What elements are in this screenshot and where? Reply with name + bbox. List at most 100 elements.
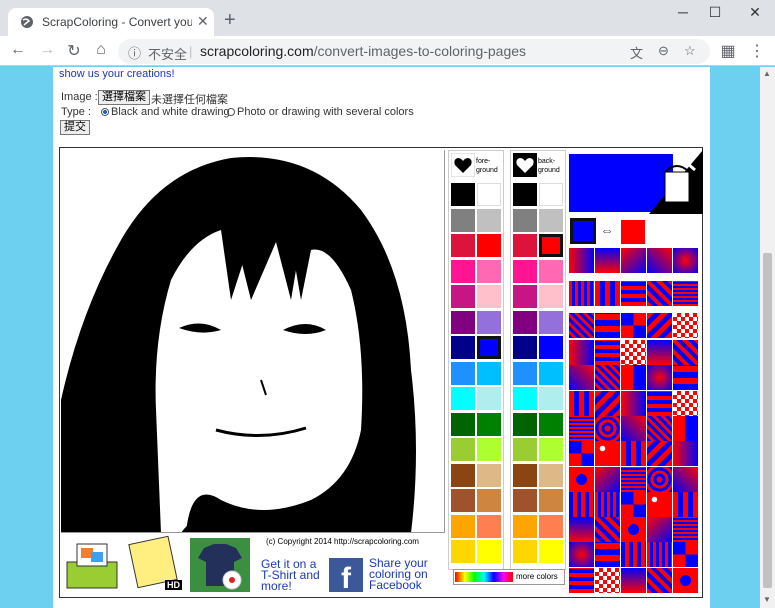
scroll-up-icon[interactable]: ▲ xyxy=(763,69,771,78)
foreground-color-box[interactable] xyxy=(570,218,596,244)
pattern-swatch[interactable] xyxy=(621,365,646,391)
color-swatch[interactable] xyxy=(451,259,475,283)
pattern-swatch[interactable] xyxy=(595,441,620,467)
color-swatch[interactable] xyxy=(513,412,537,436)
foreground-heart-icon[interactable] xyxy=(451,153,475,177)
background-heart-icon[interactable] xyxy=(513,153,537,177)
pattern-swatch[interactable] xyxy=(569,281,594,306)
color-swatch[interactable] xyxy=(513,540,537,563)
pattern-swatch[interactable] xyxy=(621,491,646,517)
color-swatch[interactable] xyxy=(513,361,537,385)
pattern-swatch[interactable] xyxy=(569,517,594,543)
pattern-swatch[interactable] xyxy=(569,415,594,441)
pattern-swatch[interactable] xyxy=(621,517,646,543)
color-swatch[interactable] xyxy=(451,463,475,487)
pattern-swatch[interactable] xyxy=(595,542,620,568)
color-swatch[interactable] xyxy=(477,285,501,308)
color-swatch[interactable] xyxy=(477,387,501,410)
pattern-swatch[interactable] xyxy=(647,340,672,365)
pattern-swatch[interactable] xyxy=(595,281,620,306)
color-swatch[interactable] xyxy=(477,540,501,563)
pattern-swatch[interactable] xyxy=(595,491,620,517)
pattern-swatch[interactable] xyxy=(673,466,698,492)
address-bar[interactable]: ⓘ 不安全 | scrapcoloring.com/convert-images… xyxy=(118,39,710,64)
pattern-swatch[interactable] xyxy=(569,313,594,338)
color-swatch[interactable] xyxy=(513,438,537,461)
extension-icon[interactable]: ▦ xyxy=(718,41,738,61)
pattern-swatch[interactable] xyxy=(647,313,672,338)
color-swatch[interactable] xyxy=(451,234,475,257)
pattern-swatch[interactable] xyxy=(647,441,672,467)
maximize-icon[interactable]: ☐ xyxy=(700,4,730,24)
tshirt-icon[interactable] xyxy=(188,536,254,594)
pattern-swatch[interactable] xyxy=(673,248,698,273)
color-swatch[interactable] xyxy=(477,489,501,512)
back-icon[interactable]: ← xyxy=(8,41,28,59)
pattern-swatch[interactable] xyxy=(595,567,620,593)
pattern-swatch[interactable] xyxy=(621,248,646,273)
color-swatch[interactable] xyxy=(539,361,563,385)
pattern-swatch[interactable] xyxy=(569,365,594,391)
tab-close-icon[interactable]: ✕ xyxy=(197,13,209,30)
info-icon[interactable]: ⓘ xyxy=(128,43,141,62)
pattern-swatch[interactable] xyxy=(569,340,594,365)
color-swatch[interactable] xyxy=(477,361,501,385)
pattern-swatch[interactable] xyxy=(647,415,672,441)
scrollbar[interactable]: ▲ ▼ xyxy=(760,67,775,608)
color-swatch[interactable] xyxy=(513,463,537,487)
color-swatch[interactable] xyxy=(513,259,537,283)
radio-bw-dot[interactable] xyxy=(101,108,109,116)
pattern-swatch[interactable] xyxy=(647,542,672,568)
color-swatch[interactable] xyxy=(539,489,563,512)
color-swatch[interactable] xyxy=(451,310,475,334)
color-swatch[interactable] xyxy=(477,412,501,436)
color-swatch[interactable] xyxy=(513,310,537,334)
color-swatch[interactable] xyxy=(513,183,537,206)
pattern-swatch[interactable] xyxy=(673,340,698,365)
pattern-swatch[interactable] xyxy=(621,441,646,467)
color-swatch[interactable] xyxy=(539,259,563,283)
color-swatch[interactable] xyxy=(477,310,501,334)
color-swatch[interactable] xyxy=(451,412,475,436)
color-swatch[interactable] xyxy=(539,310,563,334)
color-swatch[interactable] xyxy=(539,514,563,538)
pattern-swatch[interactable] xyxy=(673,567,698,593)
color-swatch[interactable] xyxy=(513,234,537,257)
paint-bucket-icon[interactable] xyxy=(649,150,703,214)
pattern-swatch[interactable] xyxy=(673,542,698,568)
pattern-swatch[interactable] xyxy=(595,390,620,416)
scroll-thumb[interactable] xyxy=(763,253,772,588)
color-swatch[interactable] xyxy=(477,514,501,538)
color-swatch[interactable] xyxy=(451,489,475,512)
color-swatch[interactable] xyxy=(451,514,475,538)
printer-icon[interactable] xyxy=(61,534,125,594)
pattern-swatch[interactable] xyxy=(569,491,594,517)
pattern-swatch[interactable] xyxy=(595,415,620,441)
translate-icon[interactable]: 文 xyxy=(630,43,643,62)
share-link[interactable]: show us your creations! xyxy=(59,68,175,80)
zoom-icon[interactable]: ⊖ xyxy=(658,43,669,59)
home-icon[interactable]: ⌂ xyxy=(91,41,111,59)
submit-button[interactable]: 提交 xyxy=(60,120,90,135)
color-swatch[interactable] xyxy=(539,387,563,410)
color-swatch[interactable] xyxy=(477,336,501,359)
color-swatch[interactable] xyxy=(451,361,475,385)
bookmark-star-icon[interactable]: ☆ xyxy=(684,43,696,59)
color-swatch[interactable] xyxy=(513,336,537,359)
color-swatch[interactable] xyxy=(451,336,475,359)
pattern-swatch[interactable] xyxy=(595,313,620,338)
browser-tab[interactable]: ScrapColoring - Convert your D ✕ xyxy=(8,8,214,36)
color-swatch[interactable] xyxy=(477,438,501,461)
color-swatch[interactable] xyxy=(513,208,537,232)
pattern-swatch[interactable] xyxy=(647,365,672,391)
color-swatch[interactable] xyxy=(451,540,475,563)
window-close-icon[interactable]: ✕ xyxy=(740,4,770,24)
color-swatch[interactable] xyxy=(451,438,475,461)
color-swatch[interactable] xyxy=(451,285,475,308)
pattern-swatch[interactable] xyxy=(569,466,594,492)
pattern-swatch[interactable] xyxy=(647,248,672,273)
color-swatch[interactable] xyxy=(539,438,563,461)
pattern-swatch[interactable] xyxy=(673,365,698,391)
tshirt-link[interactable]: Get it on a T-Shirt and more! xyxy=(261,558,323,592)
new-tab-icon[interactable]: + xyxy=(224,9,236,32)
